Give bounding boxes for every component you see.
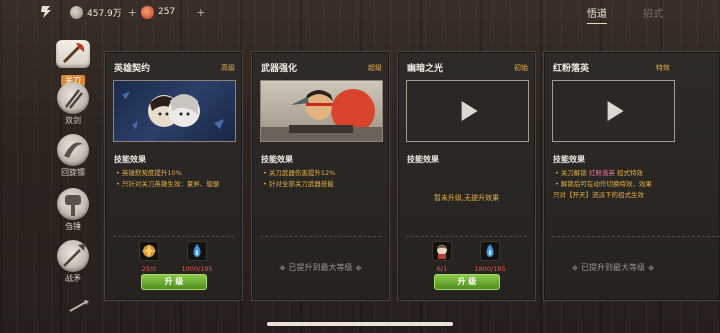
effect-line: • 英雄默契度提升10%: [116, 169, 182, 177]
card-title: 幽暗之光: [407, 64, 444, 74]
upgrade-button[interactable]: 升 级: [141, 274, 207, 290]
divider: [113, 236, 234, 237]
material-count: 25/0: [141, 265, 157, 273]
effect-line: • 只针对关刀英雄生效：夏昇、璇瑟: [116, 180, 220, 188]
divider: [552, 236, 720, 237]
max-level-label: ◆ 已提升到最大等级 ◆: [279, 263, 362, 272]
sidebar-label: 双剑: [65, 116, 81, 125]
play-icon[interactable]: [461, 101, 478, 121]
section-title: 技能效果: [407, 155, 439, 164]
skill-preview-image[interactable]: [113, 80, 236, 142]
card-title: 武器强化: [261, 64, 298, 74]
diamond-ornament-icon: ◆: [355, 263, 362, 272]
gourd-icon: [141, 5, 154, 19]
add-silver-button[interactable]: +: [128, 6, 137, 19]
sidebar-item-twin-sword[interactable]: 双剑: [54, 82, 92, 126]
effect-line: • 关刀解锁 红粉落英 招式特效: [555, 169, 644, 177]
diamond-ornament-icon: ◆: [571, 263, 578, 272]
tab-zhaoshi[interactable]: 招式: [643, 5, 663, 20]
flame-icon[interactable]: [480, 241, 500, 261]
card-grade: 特效: [656, 64, 670, 72]
silver-coin-icon: [70, 5, 83, 19]
sidebar-item-hammer[interactable]: 刍锤: [54, 188, 92, 232]
upgrade-button[interactable]: 升 级: [434, 274, 500, 290]
divider: [406, 236, 527, 237]
back-logo-icon[interactable]: [38, 4, 54, 20]
diamond-ornament-icon: ◆: [279, 263, 286, 272]
card-grade: 超级: [368, 64, 382, 72]
skill-card-weapon-boost: 武器强化 超级 技能效果 • 关刀武器伤害提升12% • 针对全部关刀武器技能 …: [251, 51, 390, 301]
section-title: 技能效果: [553, 155, 585, 164]
silver-resource: 457.9万 +: [70, 4, 137, 20]
sidebar-item-spear[interactable]: 战矛: [54, 240, 92, 284]
sidebar-label: 回旋镖: [61, 168, 85, 177]
material-count: 1000/195: [181, 265, 213, 273]
effect-line: • 针对全部关刀武器技能: [263, 180, 334, 188]
card-title: 红粉落英: [553, 64, 590, 74]
material-count: 6/1: [436, 265, 448, 273]
flame-icon[interactable]: [187, 241, 207, 261]
card-grade: 高级: [221, 64, 235, 72]
badge-icon[interactable]: [139, 241, 159, 261]
boomerang-icon: [57, 134, 89, 166]
gourd-amount: 257: [158, 7, 176, 17]
skill-preview-video[interactable]: [552, 80, 675, 142]
section-title: 技能效果: [261, 155, 293, 164]
more-weapons-icon[interactable]: [68, 298, 90, 312]
diamond-ornament-icon: ◆: [648, 263, 655, 272]
skill-preview-image[interactable]: [260, 80, 383, 142]
skill-card-dark-light: 幽暗之光 初始 技能效果 暂未升级,无提升效果 6/1 1800/195 升 级: [397, 51, 536, 301]
material-count: 1800/195: [474, 265, 506, 273]
effect-line: • 关刀武器伤害提升12%: [263, 169, 336, 177]
sidebar-item-boomerang[interactable]: 回旋镖: [54, 134, 92, 178]
card-grade: 初始: [514, 64, 528, 72]
skill-card-pink-petals: 红粉落英 特效 技能效果 • 关刀解锁 红粉落英 招式特效 • 解锁后可在动作切…: [543, 51, 720, 301]
skill-card-hero-contract: 英雄契约 高级 技能效果 • 英雄默契度提升10% • 只针对关刀英雄生效：夏昇…: [104, 51, 243, 301]
max-level-label: ◆ 已提升到最大等级 ◆: [571, 263, 655, 272]
section-title: 技能效果: [114, 155, 146, 164]
silver-amount: 457.9万: [87, 8, 122, 19]
weapon-sidebar: 关刀 双剑 回旋镖 刍锤 战矛: [48, 40, 98, 333]
divider: [260, 236, 381, 237]
card-title: 英雄契约: [114, 64, 151, 74]
spear-icon: [57, 240, 89, 272]
gourd-resource: 257 +: [141, 4, 205, 20]
hero-token-icon[interactable]: [432, 241, 452, 261]
play-icon[interactable]: [607, 101, 624, 121]
effect-line: 只对【开天】流派下的招式生效: [553, 191, 644, 199]
add-gourd-button[interactable]: +: [196, 6, 205, 19]
sidebar-item-guandao[interactable]: 关刀: [54, 40, 92, 87]
no-effect-note: 暂未升级,无提升效果: [433, 194, 500, 202]
home-indicator[interactable]: [267, 322, 453, 326]
sidebar-label: 战矛: [65, 274, 81, 283]
skill-preview-video[interactable]: [406, 80, 529, 142]
top-bar: 457.9万 + 257 + 悟道 招式: [0, 0, 720, 26]
guandao-icon: [56, 40, 90, 68]
hammer-icon: [57, 188, 89, 220]
twin-sword-icon: [57, 82, 89, 114]
tab-wudao[interactable]: 悟道: [587, 5, 607, 24]
sidebar-label: 刍锤: [65, 222, 81, 231]
effect-line: • 解锁后可在动作切换特效，效果: [555, 180, 652, 188]
